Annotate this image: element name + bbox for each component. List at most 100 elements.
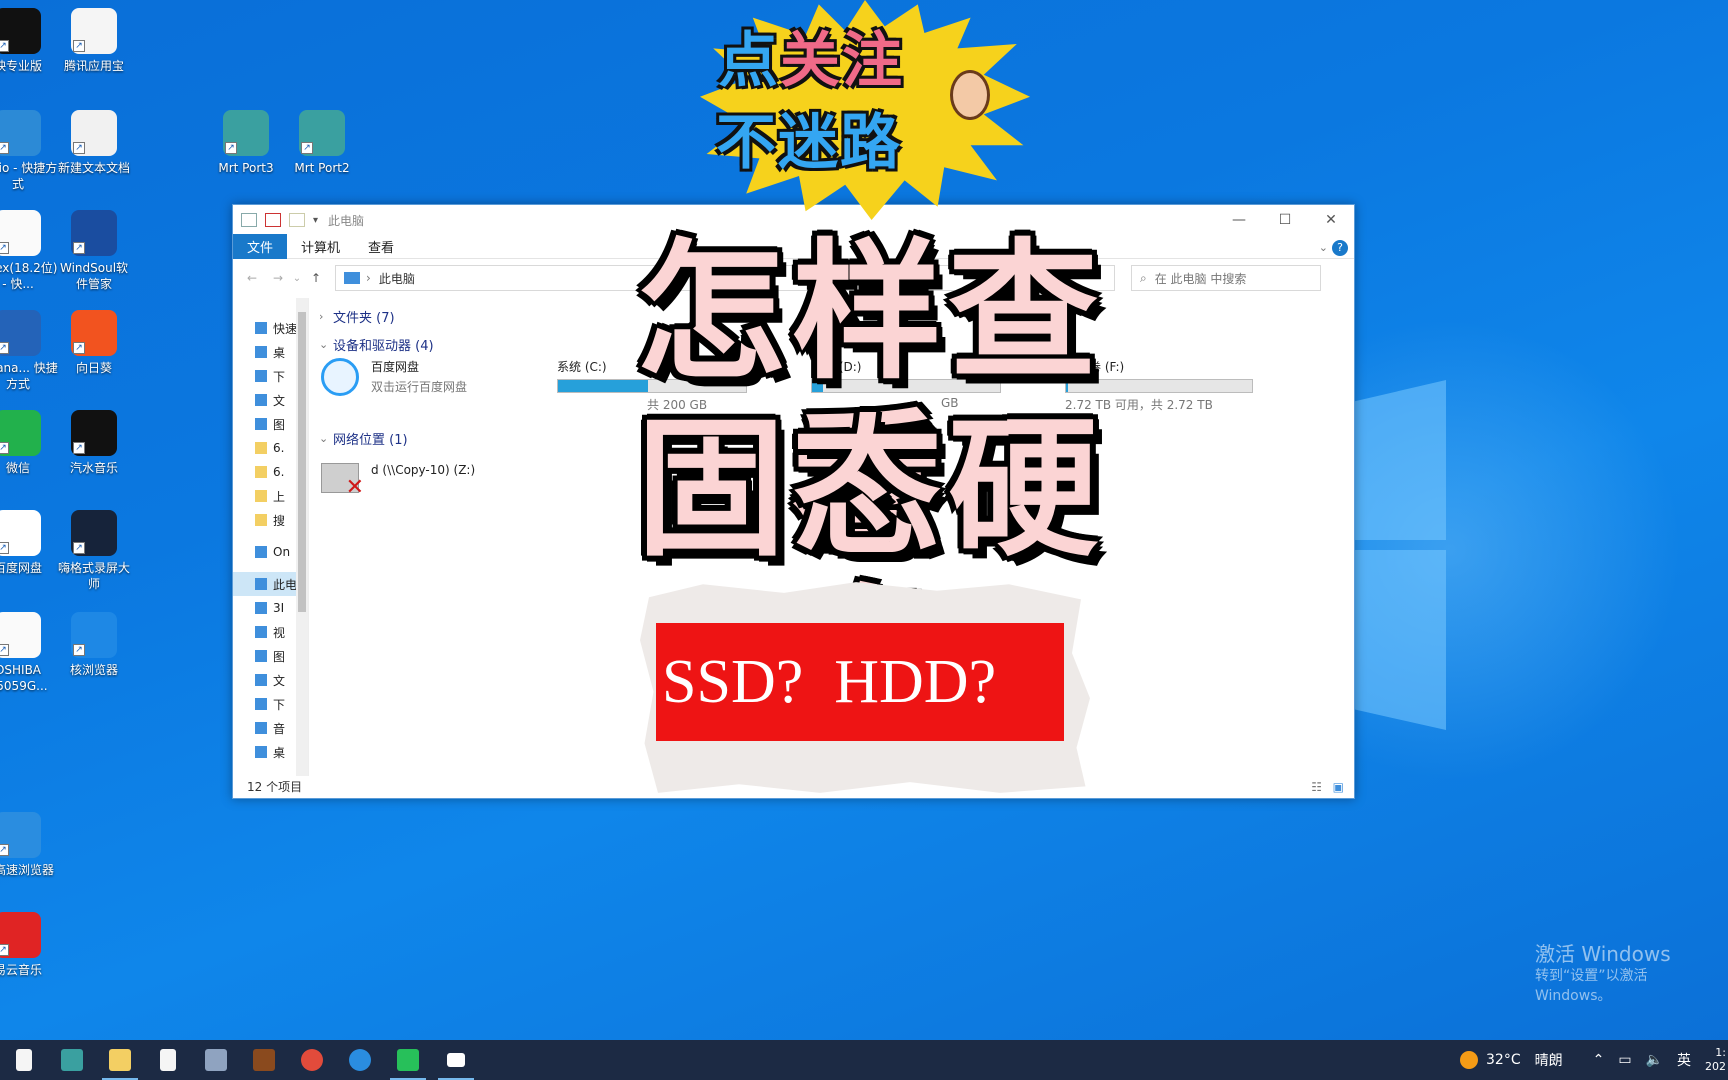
nav-item-label: On xyxy=(273,545,291,559)
nav-item-icon xyxy=(255,602,267,614)
network-drive[interactable]: ✕ d (\\Copy-10) (Z:) xyxy=(321,463,476,500)
taskbar-printer-icon[interactable] xyxy=(192,1040,240,1080)
desktop-icon[interactable]: ↗ Mrt Port3 xyxy=(206,110,286,176)
expand-ribbon-icon[interactable]: ⌄ xyxy=(1319,241,1328,254)
taskbar-game-icon[interactable] xyxy=(240,1040,288,1080)
weather-temp[interactable]: 32°C xyxy=(1486,1052,1521,1068)
shortcut-arrow-icon: ↗ xyxy=(73,442,85,454)
desktop-icon[interactable]: ↗ WindSoul软件管家 xyxy=(54,210,134,292)
desktop-icon[interactable]: ↗ 汽水音乐 xyxy=(54,410,134,476)
customize-quick-access-icon[interactable]: ▾ xyxy=(313,215,318,226)
taskbar-explorer-icon[interactable] xyxy=(96,1040,144,1080)
desktop-icon-label: 新建文本文档 xyxy=(57,161,130,175)
nav-item-label: 上 xyxy=(273,489,286,504)
network-icon[interactable]: ▭ xyxy=(1618,1052,1631,1068)
app-icon: ↗ xyxy=(71,210,117,256)
forward-icon[interactable]: → xyxy=(265,271,291,285)
back-icon[interactable]: ← xyxy=(239,271,265,285)
desktop-icon[interactable]: ↗ 狗高速浏览器 xyxy=(0,812,58,878)
desktop-icon[interactable]: ↗ tudio - 快捷方式 xyxy=(0,110,58,192)
taskbar-document-icon[interactable] xyxy=(144,1040,192,1080)
nav-item-icon xyxy=(255,490,267,502)
desktop-icon[interactable]: ↗ 百度网盘 xyxy=(0,510,58,576)
nav-item-icon xyxy=(255,722,267,734)
nav-item-icon xyxy=(255,698,267,710)
ime-indicator[interactable]: 英 xyxy=(1677,1050,1691,1070)
activate-line2: 转到“设置”以激活 Windows。 xyxy=(1535,968,1648,1004)
app-icon: ↗ xyxy=(71,8,117,54)
app-icon: ↗ xyxy=(0,410,41,456)
taskbar-file-icon[interactable] xyxy=(0,1040,48,1080)
desktop-icon[interactable]: ↗ 嗨格式录屏大师 xyxy=(54,510,134,592)
desktop-icon-label: WindSoul软件管家 xyxy=(59,261,129,291)
maximize-button[interactable]: ☐ xyxy=(1262,205,1308,235)
desktop-icon[interactable]: ↗ dMana... 快捷方式 xyxy=(0,310,58,392)
taskbar-chrome-icon[interactable] xyxy=(288,1040,336,1080)
network-drive-name: d (\\Copy-10) (Z:) xyxy=(371,463,476,477)
new-folder-icon[interactable] xyxy=(289,213,305,227)
address-text: 此电脑 xyxy=(378,271,415,286)
close-button[interactable]: ✕ xyxy=(1308,205,1354,235)
tab-computer[interactable]: 计算机 xyxy=(287,234,354,259)
chevron-down-icon: ⌄ xyxy=(319,337,329,351)
tab-view[interactable]: 查看 xyxy=(354,234,408,259)
nav-item-label: 桌 xyxy=(273,345,286,360)
nav-item-label: 视 xyxy=(273,625,286,640)
desktop-icon[interactable]: ↗ OSHIBA K5059G... xyxy=(0,612,58,694)
clock[interactable]: 1: 202 xyxy=(1705,1046,1726,1074)
this-pc-icon xyxy=(344,272,360,284)
app-icon: ↗ xyxy=(71,510,117,556)
nav-item-icon xyxy=(255,578,267,590)
desktop-icon[interactable]: ↗ 易云音乐 xyxy=(0,912,58,978)
app-icon: ↗ xyxy=(223,110,269,156)
desktop-icon[interactable]: ↗ 核浏览器 xyxy=(54,612,134,678)
computer-icon xyxy=(241,213,257,227)
desktop-icon[interactable]: ↗ 腾讯应用宝 xyxy=(54,8,134,74)
disconnected-drive-icon: ✕ xyxy=(321,463,364,500)
nav-item-label: 下 xyxy=(273,697,286,712)
up-icon[interactable]: ↑ xyxy=(303,271,329,285)
app-icon: ↗ xyxy=(71,310,117,356)
shortcut-arrow-icon: ↗ xyxy=(73,342,85,354)
clock-date: 202 xyxy=(1705,1060,1726,1073)
desktop-icon[interactable]: ↗ Mrt Port2 xyxy=(282,110,362,176)
nav-item-icon xyxy=(255,322,267,334)
shortcut-arrow-icon: ↗ xyxy=(0,844,9,856)
large-icons-view-icon[interactable]: ▣ xyxy=(1333,776,1344,798)
desktop-icon[interactable]: ↗ 微信 xyxy=(0,410,58,476)
nav-item-label: 音 xyxy=(273,721,286,736)
navigation-pane[interactable]: 快速桌下文图 6. 6. 上搜 On 此电 3I 视图文下音桌 xyxy=(233,298,309,776)
help-icon[interactable]: ? xyxy=(1332,240,1348,256)
group-folders-label: 文件夹 (7) xyxy=(333,310,395,326)
minimize-button[interactable]: — xyxy=(1216,205,1262,235)
shortcut-arrow-icon: ↗ xyxy=(301,142,313,154)
nav-scrollbar[interactable] xyxy=(296,298,308,776)
app-icon: ↗ xyxy=(0,812,41,858)
nav-item-label: 搜 xyxy=(273,513,286,528)
taskbar-music-icon[interactable] xyxy=(384,1040,432,1080)
drive-baidu[interactable]: 百度网盘 双击运行百度网盘 xyxy=(321,358,467,396)
details-view-icon[interactable]: ☷ xyxy=(1311,776,1322,798)
app-icon: ↗ xyxy=(0,210,41,256)
desktop-icon[interactable]: ↗ 新建文本文档 xyxy=(54,110,134,176)
desktop-icon[interactable]: ↗ 向日葵 xyxy=(54,310,134,376)
taskbar-recorder-icon[interactable] xyxy=(432,1040,480,1080)
desktop-icon[interactable]: ↗ nHex(18.2位) - 快... xyxy=(0,210,58,292)
recent-locations-icon[interactable]: ⌄ xyxy=(291,273,303,284)
weather-text[interactable]: 晴朗 xyxy=(1535,1050,1563,1070)
app-icon: ↗ xyxy=(71,612,117,658)
chevron-up-icon[interactable]: ⌃ xyxy=(1593,1052,1605,1068)
tab-file[interactable]: 文件 xyxy=(233,234,288,259)
volume-icon[interactable]: 🔈 xyxy=(1646,1052,1663,1068)
desktop-icon-label: 核浏览器 xyxy=(69,663,118,677)
nav-scroll-thumb[interactable] xyxy=(298,312,306,612)
weather-sun-icon[interactable] xyxy=(1460,1051,1478,1069)
properties-icon[interactable] xyxy=(265,213,281,227)
taskbar-network-icon[interactable] xyxy=(48,1040,96,1080)
nav-item-icon xyxy=(255,346,267,358)
shortcut-arrow-icon: ↗ xyxy=(0,944,9,956)
taskbar-sogou-browser-icon[interactable] xyxy=(336,1040,384,1080)
group-network[interactable]: ⌄ 网络位置 (1) xyxy=(319,424,408,452)
app-icon: ↗ xyxy=(0,8,41,54)
desktop-icon[interactable]: ↗ 映专业版 xyxy=(0,8,58,74)
